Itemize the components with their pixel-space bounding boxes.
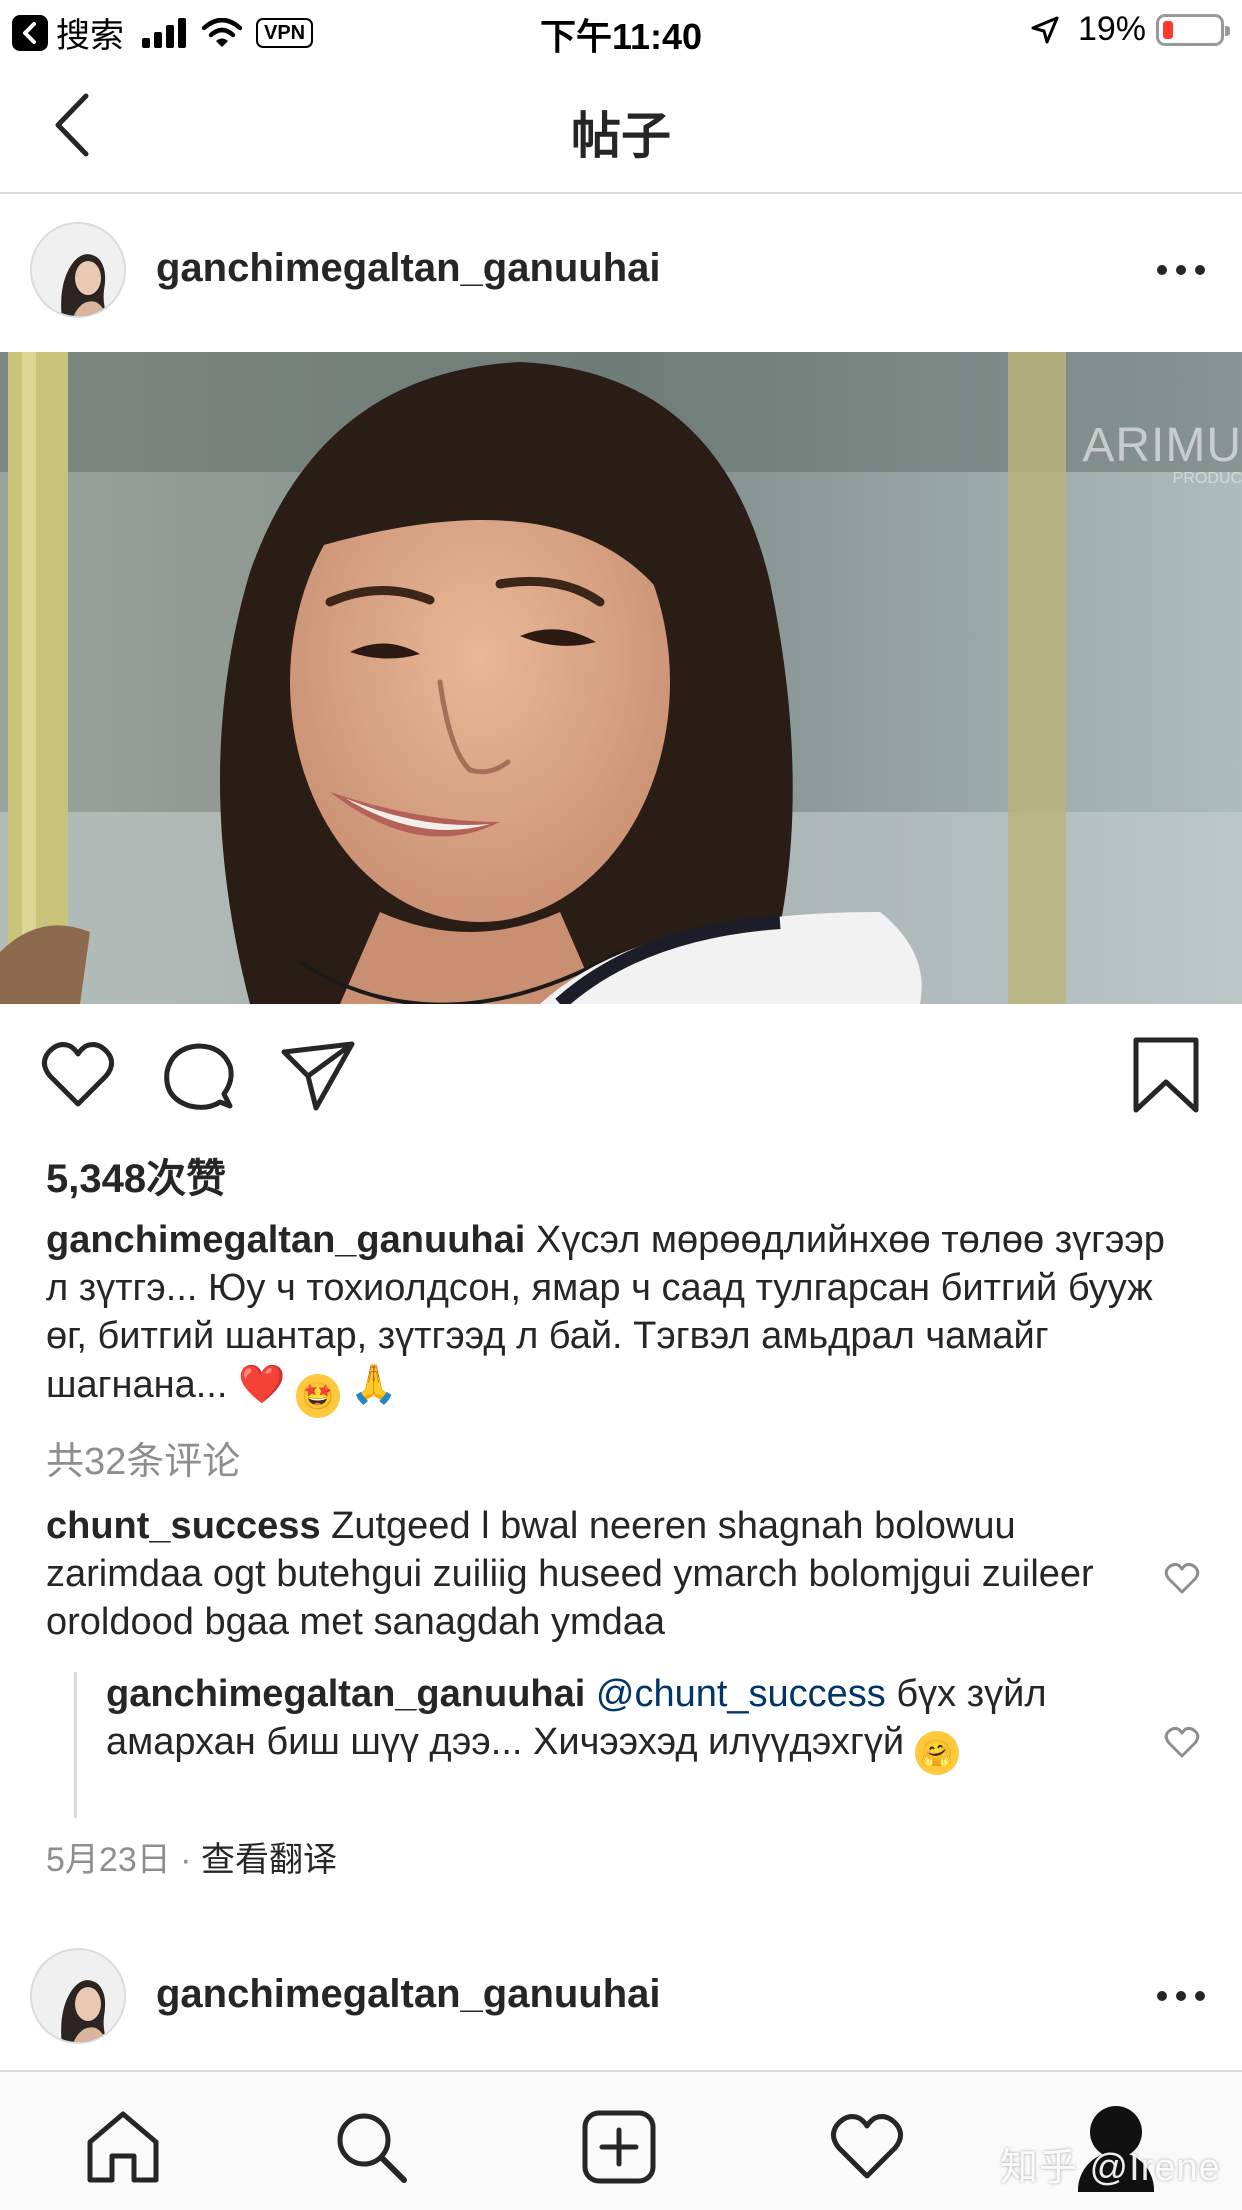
meta-separator: · bbox=[170, 1841, 201, 1879]
post-photo[interactable]: ARIMU PRODUC bbox=[0, 352, 1242, 1004]
add-post-icon[interactable] bbox=[580, 2108, 658, 2186]
see-translation-link[interactable]: 查看翻译 bbox=[201, 1841, 337, 1879]
post-username[interactable]: ganchimegaltan_ganuuhai bbox=[156, 246, 661, 291]
caption-username[interactable]: ganchimegaltan_ganuuhai bbox=[46, 1219, 525, 1261]
battery-icon bbox=[1156, 13, 1230, 46]
comment: chunt_success Zutgeed l bwal neeren shag… bbox=[46, 1502, 1146, 1646]
next-post-avatar[interactable] bbox=[30, 1948, 126, 2044]
view-all-comments-link[interactable]: 共32条评论 bbox=[46, 1430, 240, 1485]
post-actions bbox=[0, 1036, 1242, 1116]
tab-bar: 知乎 @Irene bbox=[0, 2070, 1242, 2210]
home-icon[interactable] bbox=[84, 2108, 162, 2186]
star-struck-emoji: 🤩 bbox=[295, 1374, 340, 1418]
post-meta: 5月23日 · 查看翻译 bbox=[46, 1832, 337, 1881]
share-paper-plane-icon[interactable] bbox=[278, 1036, 358, 1116]
post-date: 5月23日 bbox=[46, 1841, 171, 1879]
photo-watermark: ARIMU bbox=[1082, 419, 1242, 472]
comment-bubble-icon[interactable] bbox=[158, 1036, 238, 1116]
reply-mention[interactable]: @chunt_success bbox=[596, 1673, 886, 1715]
post-header: ganchimegaltan_ganuuhai bbox=[0, 222, 1242, 322]
battery-level bbox=[1163, 20, 1173, 39]
activity-heart-icon[interactable] bbox=[828, 2108, 906, 2186]
comment-like-heart-icon[interactable] bbox=[1164, 1562, 1200, 1596]
like-heart-icon[interactable] bbox=[38, 1036, 118, 1116]
more-options-icon[interactable] bbox=[1156, 262, 1206, 278]
reply-comment: ganchimegaltan_ganuuhai @chunt_success б… bbox=[106, 1670, 1116, 1775]
next-post-more-options-icon[interactable] bbox=[1156, 1988, 1206, 2004]
likes-count[interactable]: 5,348次赞 bbox=[46, 1146, 226, 1204]
next-post-username[interactable]: ganchimegaltan_ganuuhai bbox=[156, 1972, 661, 2017]
location-arrow-icon bbox=[1031, 16, 1059, 43]
next-post-header: ganchimegaltan_ganuuhai bbox=[0, 1948, 1242, 2048]
nav-bar: 帖子 bbox=[0, 60, 1242, 194]
post-caption: ganchimegaltan_ganuuhai Хүсэл мөрөөдлийн… bbox=[46, 1216, 1196, 1418]
reply-like-heart-icon[interactable] bbox=[1164, 1726, 1200, 1760]
avatar[interactable] bbox=[30, 222, 126, 318]
reply-username[interactable]: ganchimegaltan_ganuuhai bbox=[106, 1673, 585, 1715]
reply-thread-line bbox=[74, 1672, 77, 1818]
site-watermark: 知乎 @Irene bbox=[1000, 2147, 1221, 2189]
search-icon[interactable] bbox=[332, 2108, 410, 2186]
photo-watermark-sub: PRODUC bbox=[1172, 470, 1242, 487]
status-bar: 搜索 VPN 下午11:40 19% bbox=[0, 0, 1242, 60]
hugging-face-emoji: 🤗 bbox=[914, 1731, 959, 1775]
red-heart-emoji: ❤️ bbox=[237, 1362, 286, 1406]
save-bookmark-icon[interactable] bbox=[1126, 1036, 1206, 1116]
comment-username[interactable]: chunt_success bbox=[46, 1505, 321, 1547]
battery-percent: 19% bbox=[1077, 10, 1146, 48]
page-title: 帖子 bbox=[571, 108, 671, 164]
folded-hands-emoji: 🙏 bbox=[350, 1362, 398, 1406]
